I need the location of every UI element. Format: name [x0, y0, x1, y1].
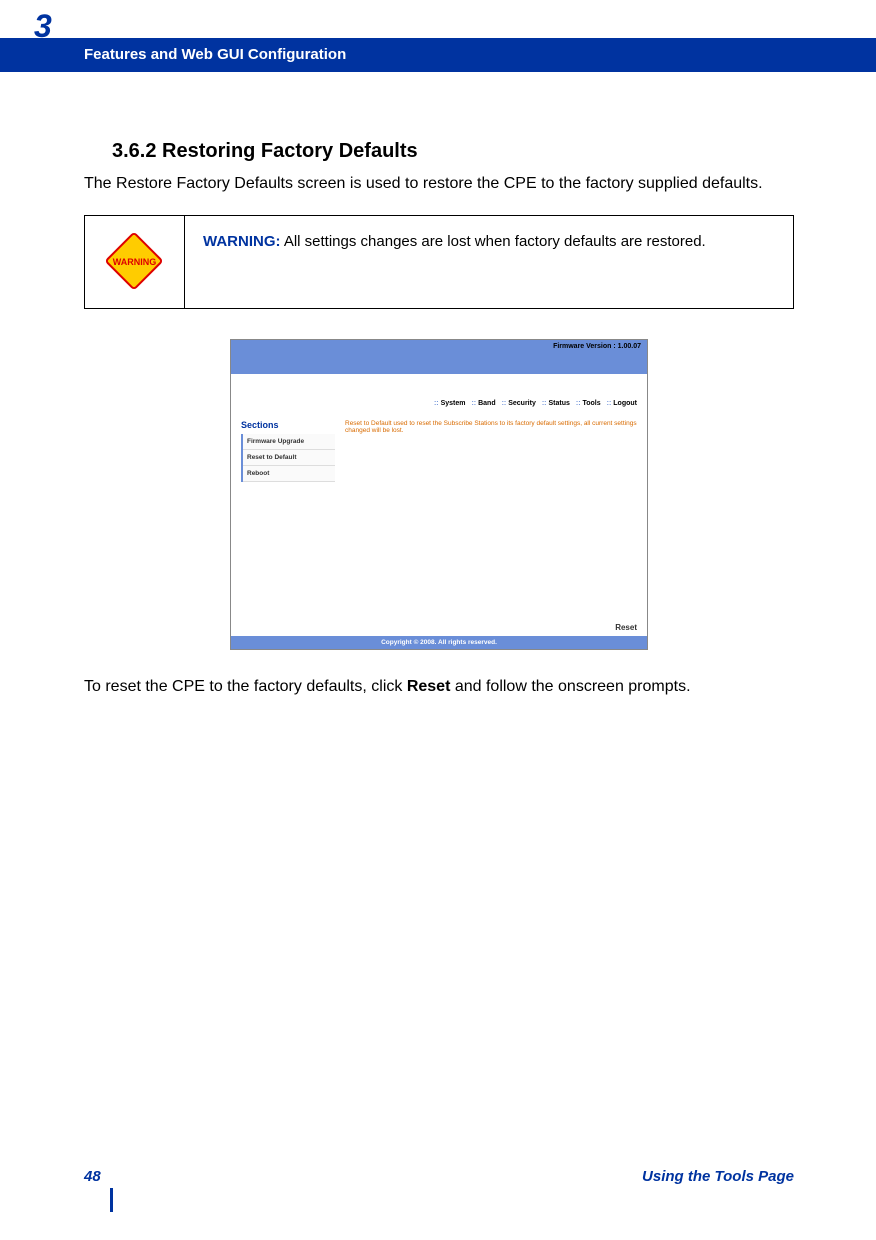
warning-body: All settings changes are lost when facto…	[281, 233, 706, 250]
nav-system[interactable]: System	[441, 400, 466, 407]
warning-text: WARNING: All settings changes are lost w…	[185, 216, 793, 308]
nav-logout[interactable]: Logout	[613, 400, 637, 407]
footer-tick	[110, 1188, 113, 1212]
intro-paragraph: The Restore Factory Defaults screen is u…	[84, 173, 794, 195]
section-heading: 3.6.2 Restoring Factory Defaults	[112, 140, 794, 163]
sidebar-item-reboot[interactable]: Reboot	[243, 466, 335, 482]
nav-status[interactable]: Status	[548, 400, 569, 407]
ss-topbar: Firmware Version : 1.00.07	[231, 340, 647, 374]
page-footer: 48 Using the Tools Page	[84, 1168, 794, 1185]
warning-icon-label: WARNING	[105, 232, 165, 292]
warning-box: WARNING WARNING: All settings changes ar…	[84, 215, 794, 309]
gui-screenshot: Firmware Version : 1.00.07 :: System :: …	[230, 339, 648, 650]
nav-tools[interactable]: Tools	[583, 400, 601, 407]
sidebar-item-reset-default[interactable]: Reset to Default	[243, 450, 335, 466]
ss-nav: :: System :: Band :: Security :: Status …	[231, 374, 647, 416]
nav-band[interactable]: Band	[478, 400, 496, 407]
reset-button[interactable]: Reset	[615, 623, 637, 632]
firmware-version-label: Firmware Version : 1.00.07	[553, 343, 641, 350]
page-number: 48	[84, 1168, 101, 1185]
ss-sidebar: Sections Firmware Upgrade Reset to Defau…	[231, 416, 341, 636]
sidebar-item-firmware-upgrade[interactable]: Firmware Upgrade	[243, 434, 335, 450]
chapter-title-bar: Features and Web GUI Configuration	[0, 38, 876, 72]
sidebar-title: Sections	[241, 420, 335, 430]
footer-label: Using the Tools Page	[642, 1168, 794, 1185]
ss-copyright: Copyright © 2008. All rights reserved.	[231, 636, 647, 649]
para2-pre: To reset the CPE to the factory defaults…	[84, 678, 407, 695]
para2-bold: Reset	[407, 678, 451, 695]
para2-post: and follow the onscreen prompts.	[450, 678, 690, 695]
warning-label: WARNING:	[203, 233, 281, 250]
reset-paragraph: To reset the CPE to the factory defaults…	[84, 676, 794, 698]
chapter-number: 3	[34, 8, 52, 45]
body-content: 3.6.2 Restoring Factory Defaults The Res…	[84, 140, 794, 697]
ss-main: Sections Firmware Upgrade Reset to Defau…	[231, 416, 647, 636]
warning-icon-cell: WARNING	[85, 216, 185, 308]
ss-content: Reset to Default used to reset the Subsc…	[341, 416, 647, 636]
warning-diamond-icon: WARNING	[105, 232, 165, 292]
nav-security[interactable]: Security	[508, 400, 536, 407]
ss-description: Reset to Default used to reset the Subsc…	[345, 420, 637, 436]
